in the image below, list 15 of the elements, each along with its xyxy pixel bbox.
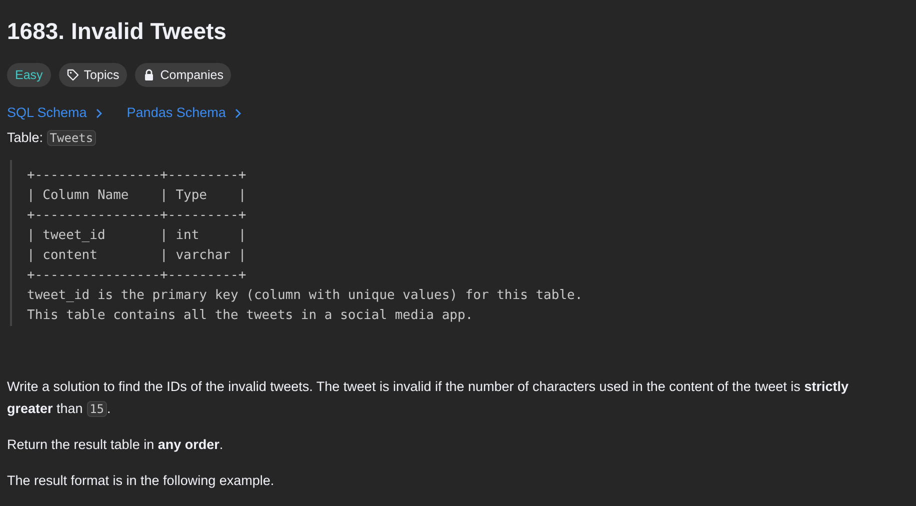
description-paragraph: Write a solution to find the IDs of the invalid tweets. The tweet is invalid if the number of characters used in the content of the tweet is strictly greater than 15 . — [7, 378, 850, 419]
problem-title: 1683. Invalid Tweets — [7, 18, 228, 46]
lock-icon — [143, 68, 156, 81]
companies-button[interactable]: Companies — [135, 62, 232, 88]
tag-icon — [66, 68, 79, 81]
chevron-right-icon — [94, 108, 103, 119]
chevron-right-icon — [234, 108, 242, 119]
description-paragraph: The result format is in the following example. — [7, 472, 276, 490]
code-block: +----------------+---------+ | Column Name | Type | +----------------+---------+ | tweet_id | int | | content | varchar | +----------------+---------+ tweet_id is the primary key (column with unique values) for this table. This table contains all the tweets in a social media app. — [10, 160, 909, 326]
schema-link[interactable]: SQL Schema — [7, 103, 103, 124]
description-paragraph: Return the result table in any order. — [7, 436, 224, 454]
difficulty-badge: Easy — [7, 62, 51, 88]
topics-button[interactable]: Topics — [58, 62, 128, 88]
table-label: Table: Tweets — [7, 128, 909, 148]
schema-link[interactable]: Pandas Schema — [126, 103, 242, 124]
